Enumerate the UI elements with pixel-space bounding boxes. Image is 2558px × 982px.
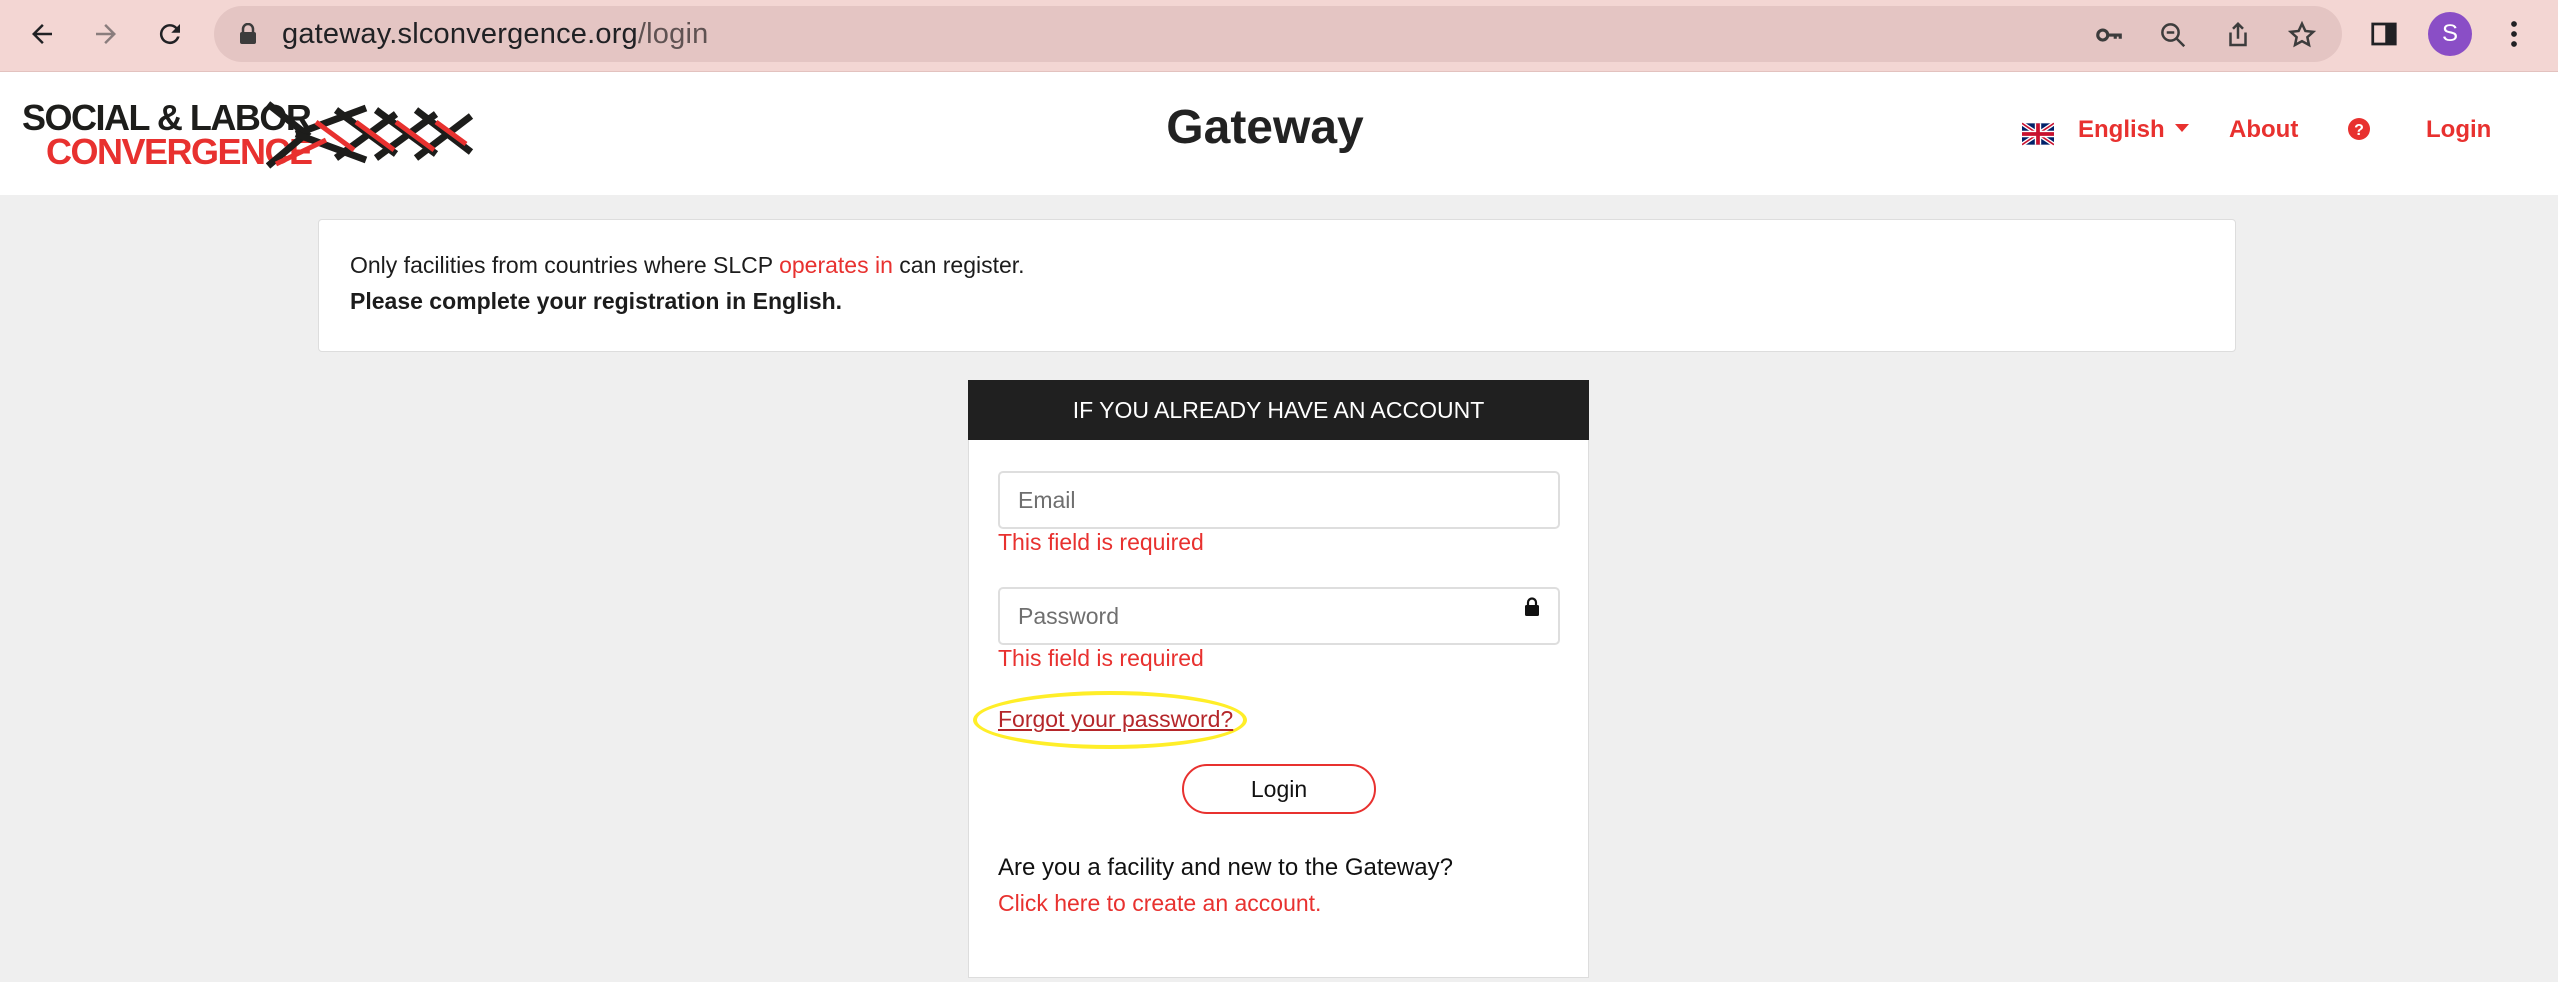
- reload-icon[interactable]: [150, 14, 190, 54]
- login-button[interactable]: Login: [1182, 764, 1376, 814]
- notice-line1: Only facilities from countries where SLC…: [350, 252, 1025, 278]
- nav-login[interactable]: Login: [2426, 116, 2491, 144]
- sidebar-icon[interactable]: [2364, 14, 2404, 54]
- slcp-logo[interactable]: SOCIAL & LABOR CONVERGENCE: [22, 96, 474, 172]
- share-icon[interactable]: [2223, 20, 2253, 50]
- login-card-heading: IF YOU ALREADY HAVE AN ACCOUNT: [968, 380, 1589, 440]
- notice-line2: Please complete your registration in Eng…: [350, 288, 843, 314]
- site-header: SOCIAL & LABOR CONVERGENCE Gateway Engli…: [0, 72, 2558, 195]
- question-circle-icon[interactable]: ?: [2348, 118, 2370, 147]
- url-text[interactable]: gateway.slconvergence.org/login: [282, 6, 708, 62]
- back-arrow-icon[interactable]: [22, 14, 62, 54]
- star-icon[interactable]: [2287, 20, 2317, 50]
- caret-down-icon: [2174, 124, 2189, 132]
- profile-avatar[interactable]: S: [2428, 12, 2472, 56]
- password-error: This field is required: [998, 645, 1204, 671]
- language-dropdown[interactable]: English: [2078, 116, 2189, 144]
- registration-notice: Only facilities from countries where SLC…: [318, 219, 2236, 352]
- email-error: This field is required: [998, 529, 1204, 555]
- lock-icon: [1524, 597, 1540, 622]
- forward-arrow-icon[interactable]: [86, 14, 126, 54]
- new-facility-question: Are you a facility and new to the Gatewa…: [998, 854, 1453, 881]
- email-field[interactable]: [998, 471, 1560, 529]
- browser-toolbar: gateway.slconvergence.org/login S: [0, 0, 2558, 72]
- kebab-menu-icon[interactable]: [2494, 14, 2534, 54]
- address-bar[interactable]: gateway.slconvergence.org/login: [214, 6, 2342, 62]
- nav-about[interactable]: About: [2229, 116, 2298, 144]
- password-field[interactable]: [998, 587, 1560, 645]
- login-card: IF YOU ALREADY HAVE AN ACCOUNT This fiel…: [968, 380, 1589, 978]
- lock-icon[interactable]: [238, 22, 258, 50]
- zoom-icon[interactable]: [2158, 20, 2188, 50]
- forgot-password-link[interactable]: Forgot your password?: [998, 706, 1233, 733]
- logo-mark-icon: [266, 101, 474, 169]
- operates-in-link[interactable]: operates in: [779, 252, 893, 278]
- create-account-link[interactable]: Click here to create an account.: [998, 890, 1321, 917]
- page-title: Gateway: [1166, 101, 1364, 154]
- uk-flag-icon[interactable]: [2020, 121, 2056, 151]
- svg-text:?: ?: [2354, 122, 2364, 139]
- key-icon[interactable]: [2094, 20, 2124, 50]
